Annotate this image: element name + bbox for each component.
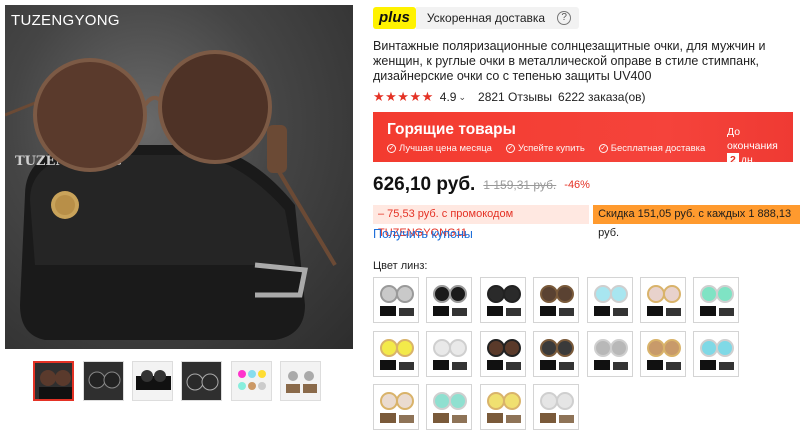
swatch-preview xyxy=(487,392,521,423)
check-icon: ✓ xyxy=(387,144,396,153)
store-discount-offer[interactable]: Скидка 151,05 руб. с каждых 1 888,13 руб… xyxy=(593,205,800,239)
swatch-preview xyxy=(647,285,681,316)
swatch-preview xyxy=(433,392,467,423)
countdown-label: До окончания xyxy=(727,126,778,152)
thumbnail-4[interactable] xyxy=(181,361,222,401)
thumbnail-5[interactable] xyxy=(231,361,272,401)
lens-color-swatch[interactable] xyxy=(693,277,739,323)
lens-color-swatch[interactable] xyxy=(693,331,739,377)
swatch-preview xyxy=(487,339,521,370)
fast-delivery-label: Ускоренная доставка xyxy=(426,11,546,25)
swatch-preview xyxy=(594,285,628,316)
swatch-preview xyxy=(540,392,574,423)
check-icon: ✓ xyxy=(505,144,515,153)
lens-color-swatch[interactable] xyxy=(640,331,686,377)
lens-color-swatch[interactable] xyxy=(426,331,472,377)
swatch-preview xyxy=(487,285,521,316)
chevron-down-icon[interactable]: ⌄ xyxy=(458,92,466,103)
sunglasses-illustration: TUZENGYONG xyxy=(5,50,337,340)
rating-value[interactable]: 4.9 xyxy=(440,90,457,104)
lens-color-swatch[interactable] xyxy=(533,384,579,430)
plus-delivery-row: plus Ускоренная доставка ? xyxy=(373,7,580,29)
swatch-preview xyxy=(380,339,414,370)
thumbnail-1[interactable] xyxy=(33,361,74,401)
feature-best-price: ✓ Лучшая цена месяца xyxy=(387,143,492,154)
countdown-unit: дн. xyxy=(740,154,756,162)
old-price: 1 159,31 руб. xyxy=(483,178,557,192)
swatch-preview xyxy=(647,339,681,370)
product-title: Винтажные поляризационные солнцезащитные… xyxy=(373,39,766,83)
swatch-preview xyxy=(433,285,467,316)
lens-color-swatch[interactable] xyxy=(426,277,472,323)
promo-row: – 75,53 руб. с промокодом TUZENGYONG11 С… xyxy=(373,205,800,239)
thumbnail-3[interactable] xyxy=(132,361,173,401)
countdown-days: 2 xyxy=(727,153,739,162)
swatch-preview xyxy=(594,339,628,370)
lens-color-swatch[interactable] xyxy=(533,277,579,323)
lens-color-swatch[interactable] xyxy=(480,384,526,430)
current-price: 626,10 руб. xyxy=(373,174,476,195)
get-coupons-link[interactable]: Получить купоны xyxy=(373,227,473,241)
hot-deals-title: Горящие товары xyxy=(387,121,516,138)
hot-deals-banner[interactable]: Горящие товары ✓ Лучшая цена месяца ✓ Успе… xyxy=(373,112,793,162)
swatch-preview xyxy=(540,285,574,316)
swatch-preview xyxy=(433,339,467,370)
lens-color-swatch[interactable] xyxy=(373,331,419,377)
lens-color-swatch[interactable] xyxy=(640,277,686,323)
orders-count: 6222 заказа(ов) xyxy=(558,90,646,104)
swatch-preview xyxy=(700,285,734,316)
thumbnail-6[interactable] xyxy=(280,361,321,401)
rating-stars: ★★★★★ xyxy=(373,89,434,104)
check-icon: ✓ xyxy=(598,144,608,153)
discount-badge: -46% xyxy=(564,179,590,191)
swatch-preview xyxy=(540,339,574,370)
lens-color-swatch[interactable] xyxy=(426,384,472,430)
lens-color-swatch[interactable] xyxy=(533,331,579,377)
swatch-preview xyxy=(380,392,414,423)
fast-delivery-pill[interactable]: Ускоренная доставка ? xyxy=(415,7,580,29)
brand-overlay-text: TUZENGYONG xyxy=(11,12,120,29)
rating-row: ★★★★★ 4.9 ⌄ 2821 Отзывы 6222 заказа(ов) xyxy=(373,89,646,105)
feature-hurry: ✓ Успейте купить xyxy=(505,143,585,154)
lens-color-swatch[interactable] xyxy=(480,331,526,377)
reviews-count[interactable]: 2821 Отзывы xyxy=(478,90,552,104)
main-product-image[interactable]: TUZENGYONG TUZENGYONG xyxy=(5,5,353,349)
feature-free-delivery: ✓ Бесплатная доставка xyxy=(598,143,706,154)
thumbnail-2[interactable] xyxy=(83,361,124,401)
lens-color-swatch[interactable] xyxy=(587,331,633,377)
price-row: 626,10 руб. 1 159,31 руб. -46% xyxy=(373,173,590,197)
lens-color-label: Цвет линз: xyxy=(373,260,428,272)
lens-color-swatch[interactable] xyxy=(373,277,419,323)
countdown: До окончания 2 дн. xyxy=(727,125,793,162)
hot-deals-features: ✓ Лучшая цена месяца ✓ Успейте купить ✓ Бес… xyxy=(387,143,705,154)
lens-color-swatch[interactable] xyxy=(373,384,419,430)
lens-color-swatch[interactable] xyxy=(587,277,633,323)
plus-badge: plus xyxy=(373,7,416,29)
swatch-preview xyxy=(380,285,414,316)
swatch-preview xyxy=(700,339,734,370)
promo-code-offer[interactable]: – 75,53 руб. с промокодом TUZENGYONG11 xyxy=(373,205,590,239)
lens-color-swatch[interactable] xyxy=(480,277,526,323)
help-icon[interactable]: ? xyxy=(557,11,572,25)
